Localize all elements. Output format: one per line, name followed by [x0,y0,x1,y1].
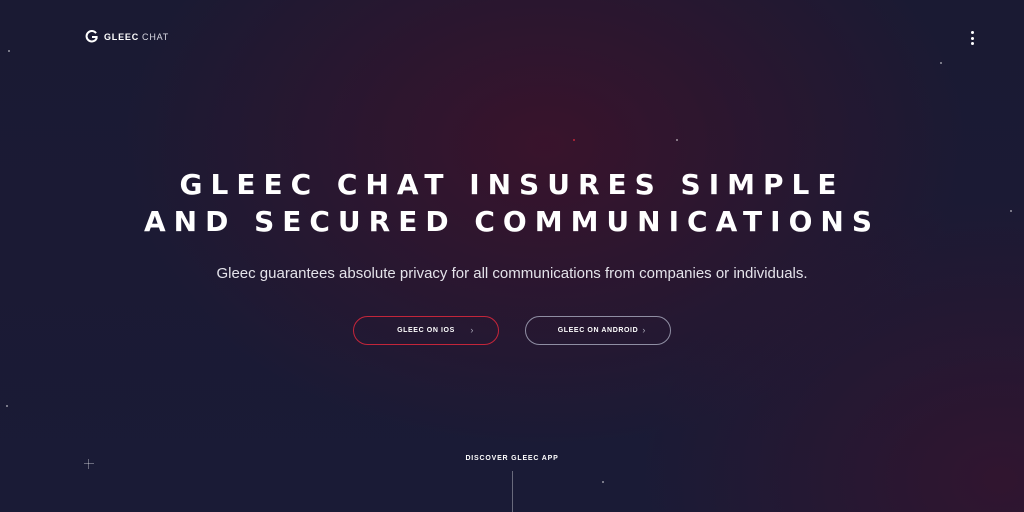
hero-title-line-1: GLEEC CHAT INSURES SIMPLE [179,168,845,201]
star [8,50,10,52]
ios-button-label: GLEEC ON IOS [397,327,455,334]
hero-subtitle: Gleec guarantees absolute privacy for al… [216,265,808,282]
android-button-label: GLEEC ON ANDROID [557,327,639,334]
chevron-right-icon: › [470,325,474,335]
menu-dot [970,42,974,45]
chevron-right-icon: › [642,325,646,335]
star [602,481,604,483]
brand-name: GLEEC CHAT [104,30,169,44]
discover-link[interactable]: DISCOVER GLEEC APP [0,455,1024,462]
brand-name-light: CHAT [142,32,170,42]
star [940,62,942,64]
android-download-button[interactable]: GLEEC ON ANDROID › [525,316,671,345]
scroll-indicator-line [512,471,513,512]
menu-dot [970,31,974,34]
star [676,139,678,141]
brand-logo[interactable]: GLEEC CHAT [85,30,169,44]
hero-title: GLEEC CHAT INSURES SIMPLE AND SECURED CO… [0,166,1024,240]
ios-download-button[interactable]: GLEEC ON IOS › [353,316,499,345]
hero-title-line-2: AND SECURED COMMUNICATIONS [144,205,880,238]
more-vertical-icon[interactable] [966,30,978,46]
star [6,405,8,407]
brand-name-strong: GLEEC [104,32,140,42]
gleec-logo-icon [85,30,98,43]
menu-dot [970,36,974,40]
star [573,139,575,141]
